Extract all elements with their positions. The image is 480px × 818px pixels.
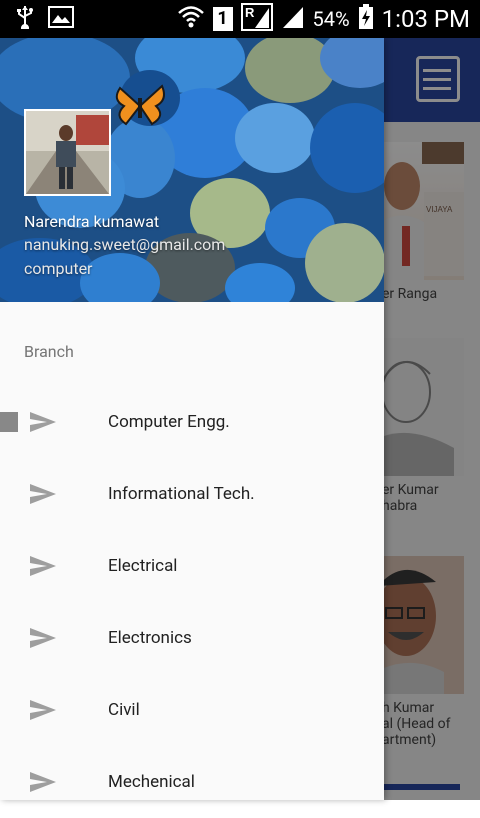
send-icon — [30, 700, 56, 720]
branch-list: Computer Engg. Informational Tech. Elect… — [0, 386, 384, 818]
menu-item-electrical[interactable]: Electrical — [0, 530, 384, 602]
sim-badge: 1 — [212, 7, 233, 31]
menu-item-label: Mechenical — [108, 772, 195, 792]
menu-item-computer-engg[interactable]: Computer Engg. — [0, 386, 384, 458]
menu-item-mechenical[interactable]: Mechenical — [0, 746, 384, 818]
butterfly-icon — [112, 84, 168, 132]
menu-item-label: Civil — [108, 700, 140, 720]
svg-text:R: R — [245, 5, 255, 20]
user-department: computer — [24, 259, 93, 278]
wifi-icon — [177, 4, 205, 34]
user-email: nanuking.sweet@gmail.com — [24, 235, 226, 254]
send-icon — [30, 556, 56, 576]
send-icon — [30, 484, 56, 504]
menu-item-civil[interactable]: Civil — [0, 674, 384, 746]
status-bar: 1 R 54% 1:03 PM — [0, 0, 480, 38]
menu-item-informational-tech[interactable]: Informational Tech. — [0, 458, 384, 530]
menu-item-label: Computer Engg. — [108, 412, 230, 432]
clock: 1:03 PM — [381, 5, 470, 33]
image-icon — [48, 6, 74, 32]
menu-item-label: Electrical — [108, 556, 178, 576]
user-name: Narendra kumawat — [24, 212, 160, 231]
signal-strength-icon — [281, 5, 305, 33]
send-icon — [30, 628, 56, 648]
section-label-branch: Branch — [24, 342, 74, 361]
battery-percent: 54% — [312, 7, 350, 31]
send-icon — [30, 772, 56, 792]
usb-icon — [16, 5, 34, 33]
menu-item-label: Informational Tech. — [108, 484, 255, 504]
menu-item-electronics[interactable]: Electronics — [0, 602, 384, 674]
selected-indicator — [0, 412, 18, 432]
signal-icon: R — [240, 3, 273, 35]
avatar[interactable] — [24, 109, 111, 196]
drawer-header: Narendra kumawat nanuking.sweet@gmail.co… — [0, 38, 384, 302]
menu-item-label: Electronics — [108, 628, 192, 648]
battery-icon — [358, 4, 374, 34]
navigation-drawer: Narendra kumawat nanuking.sweet@gmail.co… — [0, 38, 384, 800]
send-icon — [30, 412, 56, 432]
